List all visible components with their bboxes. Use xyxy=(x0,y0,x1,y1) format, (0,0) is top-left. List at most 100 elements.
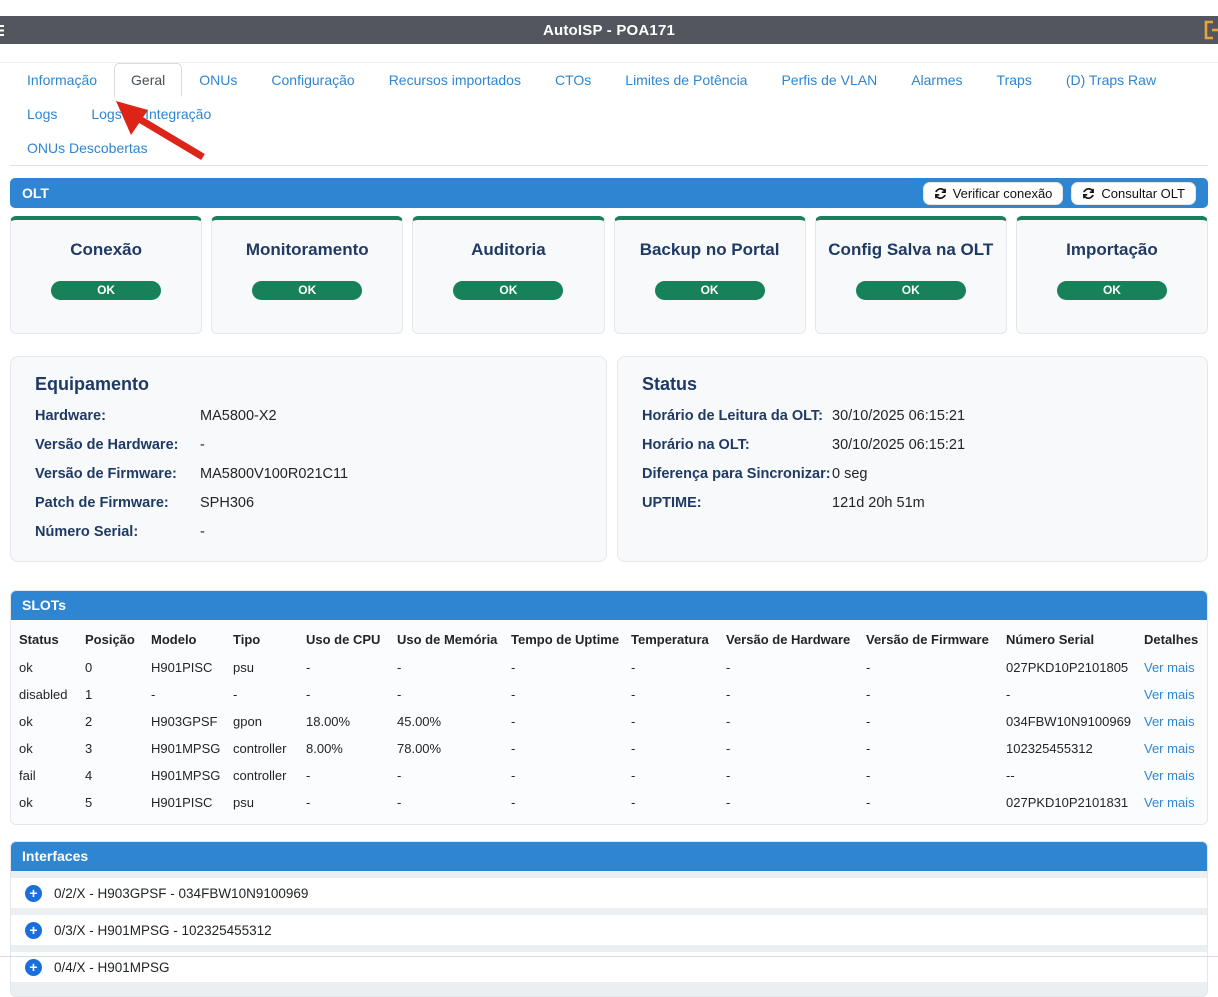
interface-row[interactable]: +0/2/X - H903GPSF - 034FBW10N9100969 xyxy=(11,878,1207,908)
table-cell: 4 xyxy=(77,762,143,789)
logout-icon[interactable] xyxy=(1203,20,1218,40)
table-row: ok2H903GPSFgpon18.00%45.00%----034FBW10N… xyxy=(11,708,1207,735)
table-cell: H901PISC xyxy=(143,654,225,681)
table-cell: 45.00% xyxy=(389,708,503,735)
ver-mais-link[interactable]: Ver mais xyxy=(1144,768,1195,783)
table-cell-details: Ver mais xyxy=(1136,708,1207,735)
info-label: Hardware: xyxy=(35,408,200,424)
table-cell-details: Ver mais xyxy=(1136,789,1207,816)
table-cell: - xyxy=(998,681,1136,708)
interface-label: 0/3/X - H901MPSG - 102325455312 xyxy=(54,923,272,938)
table-cell: - xyxy=(858,789,998,816)
tabs: InformaçãoGeralONUsConfiguraçãoRecursos … xyxy=(10,63,1208,166)
table-cell: - xyxy=(143,681,225,708)
info-value: 30/10/2025 06:15:21 xyxy=(832,437,965,453)
tab-ctos[interactable]: CTOs xyxy=(538,63,608,97)
menu-icon[interactable] xyxy=(0,25,4,36)
table-cell-details: Ver mais xyxy=(1136,654,1207,681)
table-cell: - xyxy=(503,789,623,816)
column-header-tempo-de-uptime: Tempo de Uptime xyxy=(503,622,623,654)
table-cell: - xyxy=(623,735,718,762)
table-cell: - xyxy=(503,735,623,762)
status-badge: OK xyxy=(655,281,765,300)
info-row-item: Versão de Hardware:- xyxy=(35,437,582,453)
table-cell: - xyxy=(389,762,503,789)
info-row-item: Patch de Firmware:SPH306 xyxy=(35,495,582,511)
ver-mais-link[interactable]: Ver mais xyxy=(1144,714,1195,729)
consultar-olt-button[interactable]: Consultar OLT xyxy=(1071,182,1196,205)
table-cell: - xyxy=(623,708,718,735)
column-header-uso-de-mem-ria: Uso de Memória xyxy=(389,622,503,654)
ver-mais-link[interactable]: Ver mais xyxy=(1144,795,1195,810)
verificar-conexao-button[interactable]: Verificar conexão xyxy=(923,182,1064,205)
info-value: 121d 20h 51m xyxy=(832,495,925,511)
tab-perfis-de-vlan[interactable]: Perfis de VLAN xyxy=(764,63,894,97)
tab-recursos-importados[interactable]: Recursos importados xyxy=(372,63,538,97)
info-value: 30/10/2025 06:15:21 xyxy=(832,408,965,424)
status-card-config-salva-na-olt: Config Salva na OLTOK xyxy=(815,216,1007,334)
plus-circle-icon[interactable]: + xyxy=(25,885,42,902)
table-cell: - xyxy=(503,654,623,681)
interface-row[interactable]: +0/3/X - H901MPSG - 102325455312 xyxy=(11,915,1207,945)
tab-onus-descobertas[interactable]: ONUs Descobertas xyxy=(10,131,165,165)
table-cell: disabled xyxy=(11,681,77,708)
table-cell: gpon xyxy=(225,708,298,735)
tab-informa-o[interactable]: Informação xyxy=(10,63,114,97)
table-cell: - xyxy=(623,681,718,708)
tab-logs[interactable]: Logs xyxy=(10,97,74,131)
info-row-item: Horário de Leitura da OLT:30/10/2025 06:… xyxy=(642,408,1183,424)
tab-traps[interactable]: Traps xyxy=(980,63,1049,97)
table-cell: - xyxy=(623,762,718,789)
tab-onus[interactable]: ONUs xyxy=(182,63,254,97)
table-row: ok5H901PISCpsu------027PKD10P2101831Ver … xyxy=(11,789,1207,816)
table-cell: 0 xyxy=(77,654,143,681)
table-cell: ok xyxy=(11,789,77,816)
table-cell: - xyxy=(389,654,503,681)
table-cell: 78.00% xyxy=(389,735,503,762)
equipment-rows: Hardware:MA5800-X2Versão de Hardware:-Ve… xyxy=(35,408,582,540)
table-cell: - xyxy=(858,654,998,681)
table-cell-details: Ver mais xyxy=(1136,762,1207,789)
status-card-importa-o: ImportaçãoOK xyxy=(1016,216,1208,334)
table-cell: - xyxy=(718,654,858,681)
table-cell: - xyxy=(503,762,623,789)
table-cell: - xyxy=(225,681,298,708)
sync-icon xyxy=(934,187,947,200)
table-cell: 2 xyxy=(77,708,143,735)
status-card-monitoramento: MonitoramentoOK xyxy=(211,216,403,334)
tab-geral[interactable]: Geral xyxy=(114,63,182,97)
tab-logs-de-integra-o[interactable]: Logs de Integração xyxy=(74,97,228,131)
info-label: UPTIME: xyxy=(642,495,832,511)
table-row: disabled1---------Ver mais xyxy=(11,681,1207,708)
tab-limites-de-pot-ncia[interactable]: Limites de Potência xyxy=(608,63,764,97)
table-cell: - xyxy=(623,789,718,816)
status-title: Status xyxy=(642,374,1183,395)
ver-mais-link[interactable]: Ver mais xyxy=(1144,741,1195,756)
sync-icon xyxy=(1082,187,1095,200)
info-value: MA5800V100R021C11 xyxy=(200,466,348,482)
tab-alarmes[interactable]: Alarmes xyxy=(894,63,979,97)
status-card-backup-no-portal: Backup no PortalOK xyxy=(614,216,806,334)
table-cell: 034FBW10N9100969 xyxy=(998,708,1136,735)
tab-d-traps-raw[interactable]: (D) Traps Raw xyxy=(1049,63,1173,97)
tab-configura-o[interactable]: Configuração xyxy=(254,63,371,97)
info-row-item: Versão de Firmware:MA5800V100R021C11 xyxy=(35,466,582,482)
info-label: Diferença para Sincronizar: xyxy=(642,466,832,482)
table-cell: controller xyxy=(225,735,298,762)
info-label: Horário de Leitura da OLT: xyxy=(642,408,832,424)
status-badge: OK xyxy=(252,281,362,300)
plus-circle-icon[interactable]: + xyxy=(25,959,42,976)
status-card-title: Importação xyxy=(1017,240,1207,260)
main-content: InformaçãoGeralONUsConfiguraçãoRecursos … xyxy=(0,63,1218,997)
table-cell: H901MPSG xyxy=(143,735,225,762)
table-cell: H901PISC xyxy=(143,789,225,816)
plus-circle-icon[interactable]: + xyxy=(25,922,42,939)
column-header-vers-o-de-firmware: Versão de Firmware xyxy=(858,622,998,654)
table-row: fail4H901MPSGcontroller--------Ver mais xyxy=(11,762,1207,789)
table-cell: - xyxy=(858,681,998,708)
ver-mais-link[interactable]: Ver mais xyxy=(1144,687,1195,702)
info-value: - xyxy=(200,437,205,453)
table-cell: - xyxy=(298,762,389,789)
ver-mais-link[interactable]: Ver mais xyxy=(1144,660,1195,675)
interface-label: 0/2/X - H903GPSF - 034FBW10N9100969 xyxy=(54,886,308,901)
